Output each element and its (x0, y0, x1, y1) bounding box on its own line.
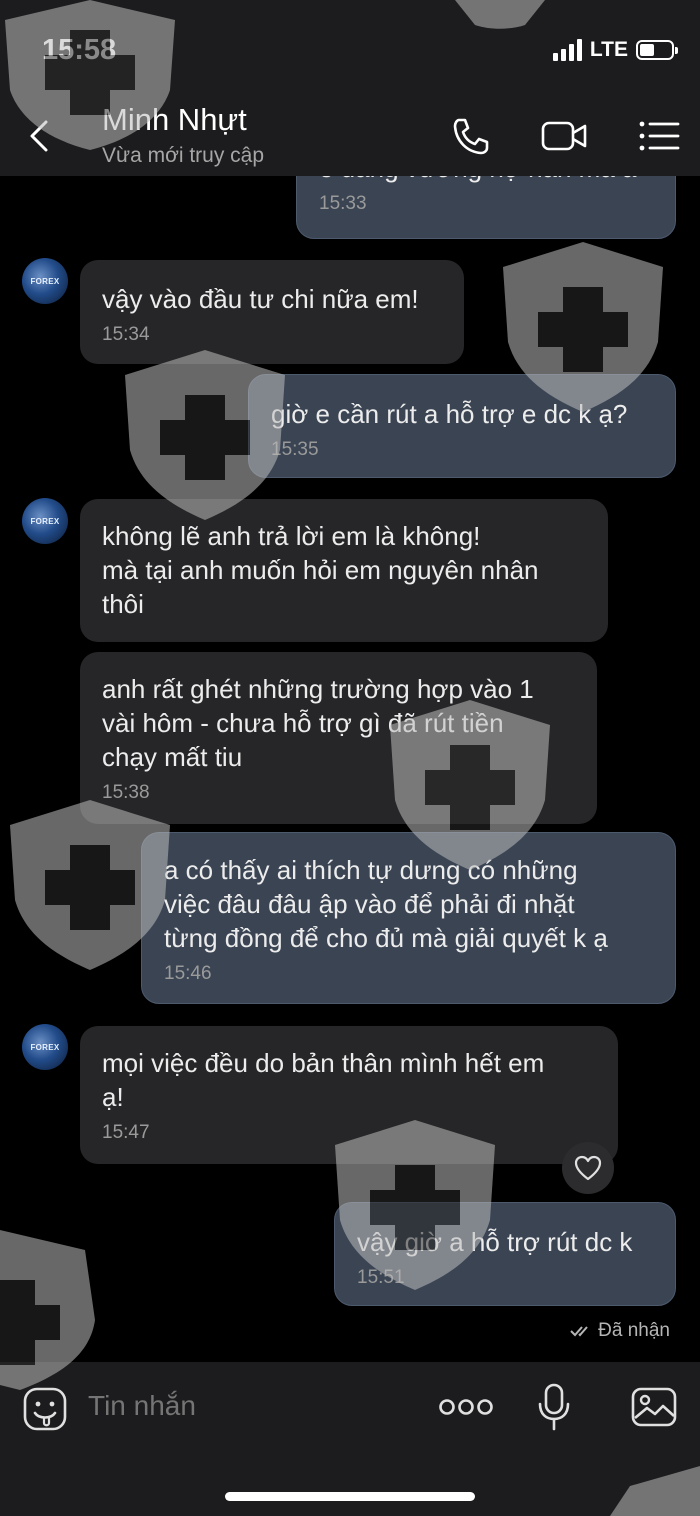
avatar-label: FOREX (30, 276, 60, 286)
message-bubble-outgoing[interactable]: giờ e cần rút a hỗ trợ e dc k ạ? 15:35 (248, 374, 676, 478)
home-area (0, 1452, 700, 1516)
status-indicators: LTE (552, 38, 678, 62)
more-icon[interactable] (438, 1396, 494, 1418)
message-input[interactable] (88, 1390, 388, 1422)
avatar-label: FOREX (30, 1042, 60, 1052)
message-bubble-incoming[interactable]: anh rất ghét những trường hợp vào 1 vài … (80, 652, 597, 824)
message-time: 15:38 (102, 782, 150, 803)
network-type: LTE (589, 38, 628, 61)
avatar[interactable]: FOREX (22, 498, 68, 544)
message-time: 15:46 (164, 963, 212, 984)
heart-reaction-button[interactable] (562, 1142, 614, 1194)
chat-header: Minh Nhựt Vừa mới truy cập (0, 100, 700, 176)
back-icon[interactable] (26, 116, 56, 156)
message-time: 15:35 (271, 439, 319, 460)
battery-icon (636, 40, 678, 60)
sticker-icon[interactable] (22, 1386, 68, 1432)
message-bubble-incoming[interactable]: không lẽ anh trả lời em là không! mà tại… (80, 499, 608, 642)
message-bubble-incoming[interactable]: mọi việc đều do bản thân mình hết em ạ! … (80, 1026, 618, 1164)
message-time: 15:34 (102, 324, 150, 345)
contact-name[interactable]: Minh Nhựt (102, 102, 247, 138)
video-call-icon[interactable] (540, 114, 588, 158)
gallery-icon[interactable] (630, 1386, 678, 1428)
message-bubble-outgoing[interactable]: e đang vướng nợ nần mà a 15:33 (296, 176, 676, 239)
contact-status: Vừa mới truy cập (102, 144, 265, 167)
double-check-icon (570, 1326, 588, 1337)
message-text: anh rất ghét những trường hợp vào 1 vài … (102, 674, 534, 772)
status-bar: 15:58 LTE (0, 0, 700, 100)
message-time: 15:47 (102, 1122, 150, 1143)
avatar[interactable]: FOREX (22, 1024, 68, 1070)
status-time: 15:58 (42, 34, 117, 66)
home-indicator[interactable] (225, 1492, 475, 1501)
mic-icon[interactable] (536, 1382, 572, 1432)
menu-icon[interactable] (636, 114, 684, 158)
read-receipt-label: Đã nhận (598, 1320, 670, 1341)
message-text: a có thấy ai thích tự dưng có những việc… (164, 855, 608, 953)
heart-icon (574, 1155, 602, 1181)
read-receipt: Đã nhận (570, 1320, 670, 1342)
message-bubble-outgoing[interactable]: a có thấy ai thích tự dưng có những việc… (141, 832, 676, 1004)
message-bubble-outgoing[interactable]: vậy giờ a hỗ trợ rút dc k 15:51 (334, 1202, 676, 1306)
message-text: mọi việc đều do bản thân mình hết em ạ! (102, 1048, 545, 1112)
message-time: 15:33 (319, 193, 367, 214)
message-text: giờ e cần rút a hỗ trợ e dc k ạ? (271, 399, 628, 429)
message-text: vậy giờ a hỗ trợ rút dc k (357, 1227, 633, 1257)
message-composer (0, 1362, 700, 1452)
message-text: e đang vướng nợ nần mà a (319, 176, 653, 185)
avatar[interactable]: FOREX (22, 258, 68, 304)
avatar-label: FOREX (30, 516, 60, 526)
message-bubble-incoming[interactable]: vậy vào đầu tư chi nữa em! 15:34 (80, 260, 464, 364)
message-text: không lẽ anh trả lời em là không! mà tại… (102, 521, 539, 619)
signal-icon (552, 39, 582, 61)
message-time: 15:51 (357, 1267, 405, 1288)
phone-icon[interactable] (446, 114, 494, 158)
message-list[interactable]: e đang vướng nợ nần mà a 15:33 FOREX vậy… (0, 176, 700, 1362)
message-text: vậy vào đầu tư chi nữa em! (102, 284, 419, 314)
